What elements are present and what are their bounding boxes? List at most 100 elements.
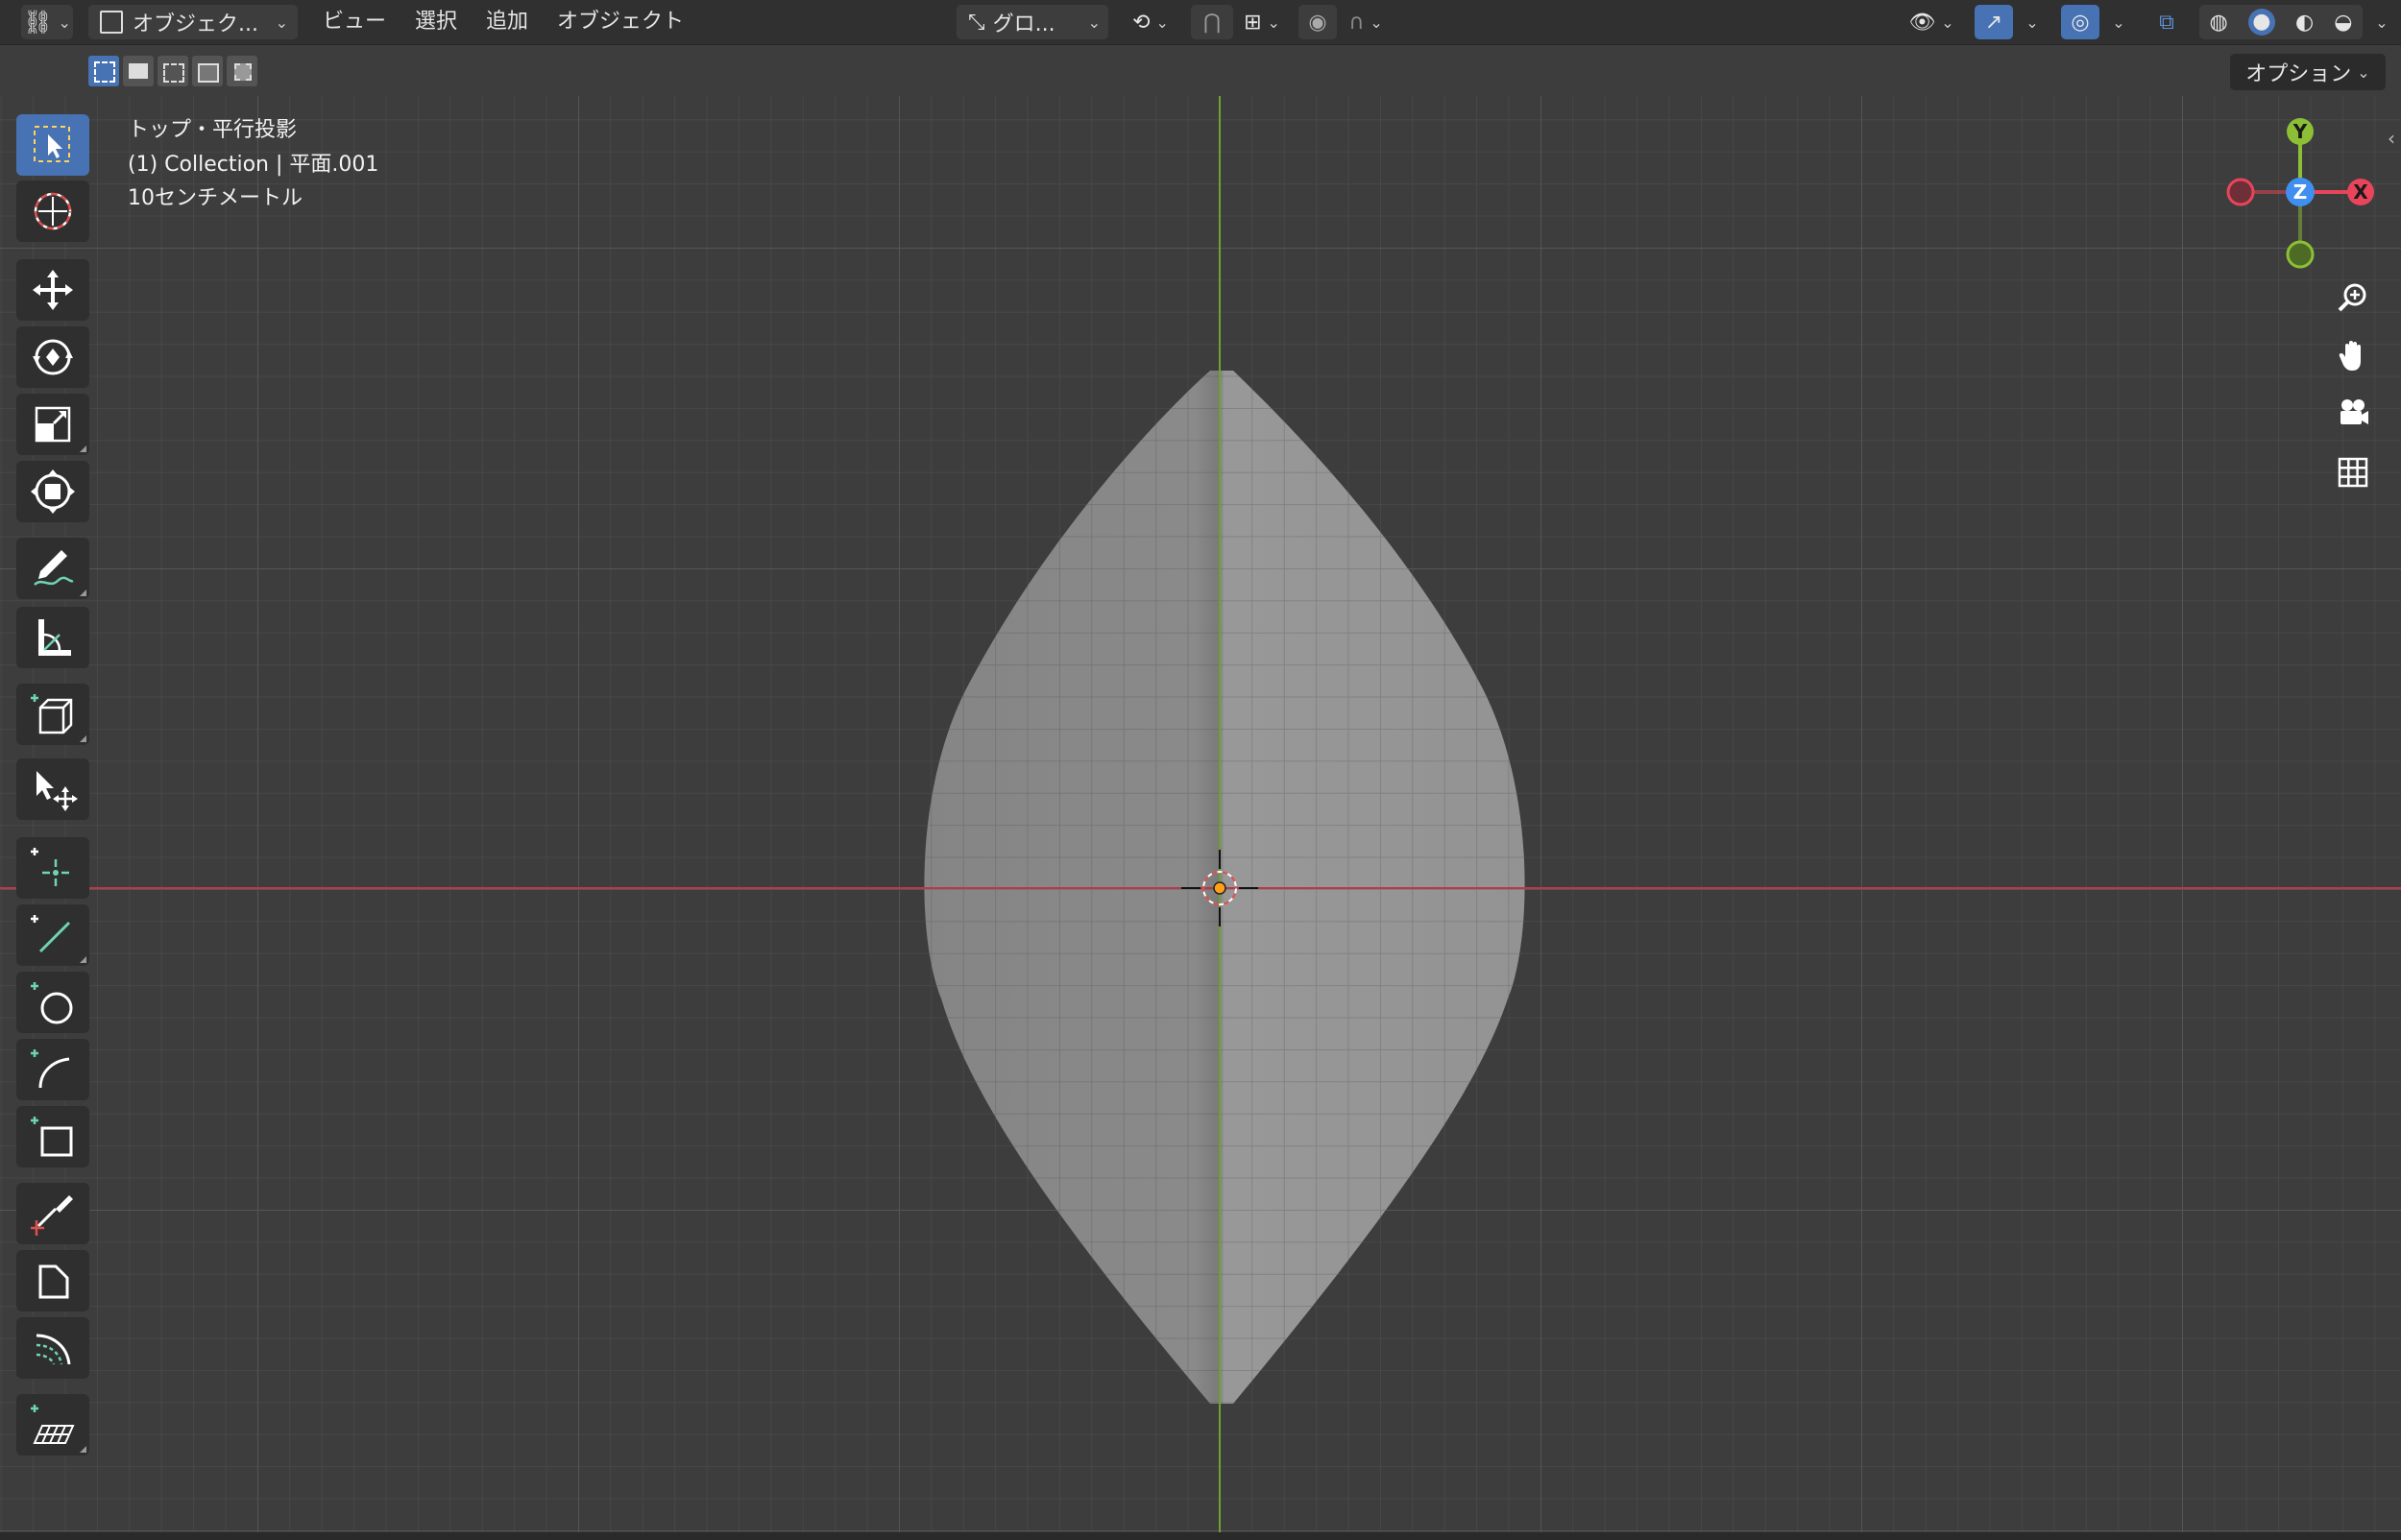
3d-viewport[interactable] — [0, 0, 2401, 1540]
camera-view-button[interactable] — [2328, 388, 2378, 438]
measure-tool[interactable] — [16, 607, 89, 668]
wireframe-shading-icon[interactable]: ◍ — [2210, 11, 2228, 35]
overlays-dropdown[interactable]: ⌄ — [2101, 5, 2130, 39]
object-origin — [1213, 881, 1226, 895]
orientation-dropdown[interactable]: ⤡ グロ... ⌄ — [957, 5, 1108, 39]
blender-window: ⛓ ⌄ オブジェク... ⌄ ビュー 選択 追加 オブジェクト ⤡ グロ... ⌄… — [0, 0, 2401, 1540]
select-invert-icon — [198, 63, 219, 83]
snap-toggle[interactable]: ⋂ — [1191, 5, 1233, 39]
add-vertex-tool[interactable] — [16, 837, 89, 899]
select-intersect-icon — [234, 63, 252, 81]
sidebar-expand-icon[interactable]: ‹ — [2388, 127, 2395, 150]
submenu-indicator — [80, 1446, 86, 1453]
move-icon — [33, 270, 73, 310]
menu-add[interactable]: 追加 — [480, 6, 534, 38]
spin-icon — [36, 1334, 71, 1365]
mode-dropdown[interactable]: オブジェク... ⌄ — [88, 5, 298, 39]
move-tool[interactable] — [16, 259, 89, 321]
bevel-icon — [38, 1264, 69, 1299]
overlays-icon: ◎ — [2071, 10, 2090, 35]
select-extend-mode[interactable] — [123, 56, 154, 86]
options-label: オプション — [2245, 62, 2352, 86]
pivot-icon: ⟲ — [1132, 10, 1151, 35]
submenu-indicator — [80, 590, 86, 596]
add-arc-tool[interactable] — [16, 1039, 89, 1100]
camera-icon — [2340, 399, 2368, 424]
bevel-tool[interactable] — [16, 1250, 89, 1311]
hand-icon — [2339, 341, 2361, 371]
add-arc-icon — [31, 1049, 70, 1089]
gizmo-icon: ↗ — [1984, 10, 2003, 35]
solid-shading-icon[interactable]: ● — [2247, 9, 2275, 36]
add-cube-tool[interactable] — [16, 684, 89, 745]
select-intersect-mode[interactable] — [227, 56, 257, 86]
submenu-indicator — [80, 445, 86, 452]
viewport-header: ⛓ ⌄ オブジェク... ⌄ ビュー 選択 追加 オブジェクト ⤡ グロ... ⌄… — [0, 0, 2401, 45]
gizmo-z-label: Z — [2293, 180, 2308, 204]
select-box-icon — [34, 126, 70, 162]
options-dropdown[interactable]: オプション ⌄ — [2230, 54, 2386, 90]
visibility-dropdown[interactable]: 👁 ⌄ — [1902, 5, 1961, 39]
chevron-down-icon: ⌄ — [1941, 12, 1954, 32]
scale-icon — [35, 406, 71, 443]
gizmo-neg-y-handle — [2286, 240, 2315, 269]
editor-type-button[interactable]: ⛓ ⌄ — [21, 5, 73, 39]
snap-increment-icon: ⊞ — [1244, 10, 1262, 35]
perspective-toggle-button[interactable] — [2328, 447, 2378, 497]
annotate-tool[interactable] — [16, 538, 89, 599]
gizmo-toggle[interactable]: ↗ — [1975, 5, 2013, 39]
add-plane-tool[interactable] — [16, 1106, 89, 1167]
xray-icon: ⧉ — [2159, 10, 2174, 35]
snap-target-dropdown[interactable]: ⊞ ⌄ — [1235, 5, 1289, 39]
add-cube-icon — [31, 694, 73, 734]
menu-view[interactable]: ビュー — [317, 6, 392, 38]
chevron-down-icon: ⌄ — [58, 12, 71, 32]
object-mode-icon — [100, 11, 123, 34]
knife-tool[interactable] — [16, 1183, 89, 1244]
gizmo-dropdown[interactable]: ⌄ — [2015, 5, 2044, 39]
scale-tool[interactable] — [16, 394, 89, 455]
proportional-edit-toggle[interactable]: ◉ — [1298, 5, 1337, 39]
select-subtract-mode[interactable] — [158, 56, 188, 86]
select-invert-mode[interactable] — [192, 56, 223, 86]
spin-tool[interactable] — [16, 1317, 89, 1379]
eye-icon: 👁 — [1908, 10, 1936, 35]
rotate-tool[interactable] — [16, 326, 89, 388]
cursor-tool[interactable] — [16, 180, 89, 242]
rendered-shading-icon[interactable]: ◒ — [2334, 11, 2352, 35]
add-circle-tool[interactable] — [16, 972, 89, 1033]
submenu-indicator — [80, 735, 86, 742]
gizmo-x-label: X — [2353, 180, 2368, 204]
orientation-icon: ⤡ — [968, 10, 985, 35]
pivot-point-dropdown[interactable]: ⟲ ⌄ — [1122, 5, 1179, 39]
chevron-down-icon: ⌄ — [275, 12, 288, 32]
falloff-dropdown[interactable]: ∩ ⌄ — [1339, 5, 1393, 39]
pan-button[interactable] — [2328, 330, 2378, 380]
overlays-toggle[interactable]: ◎ — [2061, 5, 2099, 39]
add-edge-tool[interactable] — [16, 904, 89, 966]
grid-icon — [2338, 457, 2368, 488]
material-shading-icon[interactable]: ◐ — [2295, 11, 2314, 35]
transform-tool[interactable] — [16, 461, 89, 522]
mode-label: オブジェク... — [133, 12, 258, 36]
navigation-gizmo[interactable]: Y X Z — [2209, 106, 2391, 288]
grid-scale-label: 10センチメートル — [128, 186, 303, 210]
add-grid-tool[interactable] — [16, 1394, 89, 1456]
shrink-fatten-icon — [36, 771, 78, 811]
shading-dropdown[interactable]: ⌄ — [2365, 5, 2393, 39]
menu-object[interactable]: オブジェクト — [551, 6, 690, 38]
xray-toggle[interactable]: ⧉ — [2147, 5, 2186, 39]
zoom-button[interactable] — [2328, 273, 2378, 323]
select-box-tool[interactable] — [16, 114, 89, 176]
knife-icon — [31, 1195, 73, 1236]
chevron-down-icon: ⌄ — [2112, 12, 2125, 32]
falloff-curve-icon: ∩ — [1348, 10, 1365, 35]
chevron-down-icon: ⌄ — [2025, 12, 2039, 32]
zoom-icon — [2338, 283, 2366, 312]
menu-select[interactable]: 選択 — [409, 6, 463, 38]
gizmo-neg-x-handle — [2226, 178, 2255, 206]
shrink-fatten-tool[interactable] — [16, 758, 89, 820]
add-plane-icon — [31, 1117, 73, 1157]
select-new-mode[interactable] — [88, 56, 119, 86]
select-subtract-icon — [163, 63, 184, 83]
